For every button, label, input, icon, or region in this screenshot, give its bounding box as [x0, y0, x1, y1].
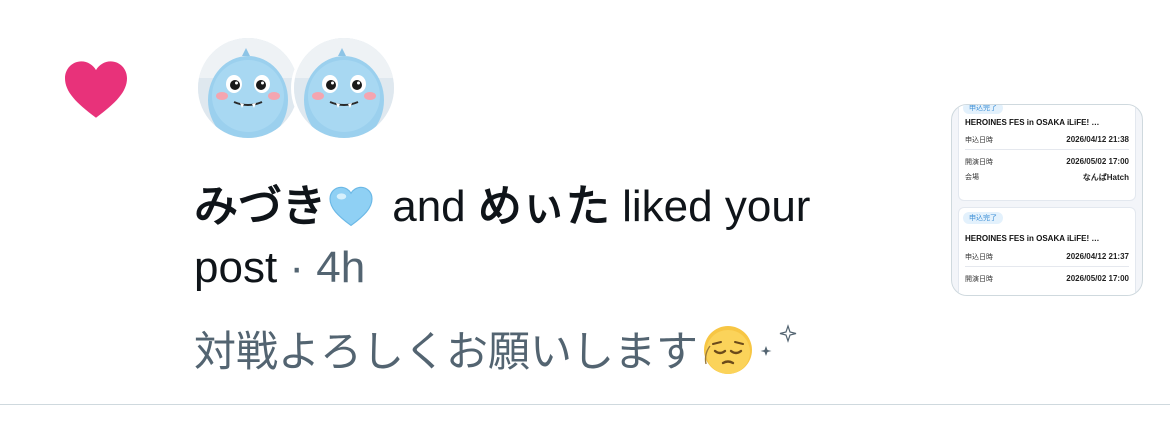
- ticket-card: 申込完了 HEROINES FES in OSAKA iLiFE! … 申込日時…: [958, 105, 1136, 201]
- post-preview[interactable]: 対戦よろしくお願いします: [194, 318, 798, 380]
- ticket-title: HEROINES FES in OSAKA iLiFE! …: [965, 118, 1100, 127]
- post-text: 対戦よろしくお願いします: [194, 328, 699, 375]
- heart-icon: [62, 58, 130, 120]
- connector-text: and: [392, 182, 466, 231]
- ticket-title: HEROINES FES in OSAKA iLiFE! …: [965, 234, 1100, 243]
- avatar[interactable]: [198, 38, 298, 138]
- ticket-row: 申込日時 2026/04/12 21:37: [965, 252, 1129, 261]
- ticket-row: 申込日時 2026/04/12 21:38: [965, 135, 1129, 144]
- notification-text[interactable]: みづき and めぃた liked your post · 4h: [194, 176, 894, 298]
- light-blue-heart-emoji: [328, 182, 374, 227]
- separator: ·: [289, 243, 305, 292]
- status-badge: 申込完了: [963, 212, 1003, 224]
- timestamp: 4h: [316, 243, 366, 292]
- ticket-row: 開演日時 2026/05/02 17:00: [965, 157, 1129, 166]
- blue-monster-mascot-avatar: [198, 38, 298, 138]
- sparkles-emoji: [758, 318, 798, 356]
- ticket-card: 申込完了 HEROINES FES in OSAKA iLiFE! … 申込日時…: [958, 207, 1136, 295]
- post-media-thumbnail[interactable]: 申込完了 HEROINES FES in OSAKA iLiFE! … 申込日時…: [951, 104, 1143, 296]
- ticket-row: 会場 なんばHatch: [965, 173, 1129, 182]
- pensive-face-emoji: [702, 324, 754, 376]
- user-name[interactable]: みづき: [194, 182, 326, 231]
- ticket-row: 開演日時 2026/05/02 17:00: [965, 274, 1129, 283]
- avatar[interactable]: [294, 38, 394, 138]
- user-name[interactable]: めぃた: [478, 182, 610, 231]
- status-badge: 申込完了: [963, 105, 1003, 114]
- divider: [0, 404, 1170, 405]
- blue-monster-mascot-avatar: [294, 38, 394, 138]
